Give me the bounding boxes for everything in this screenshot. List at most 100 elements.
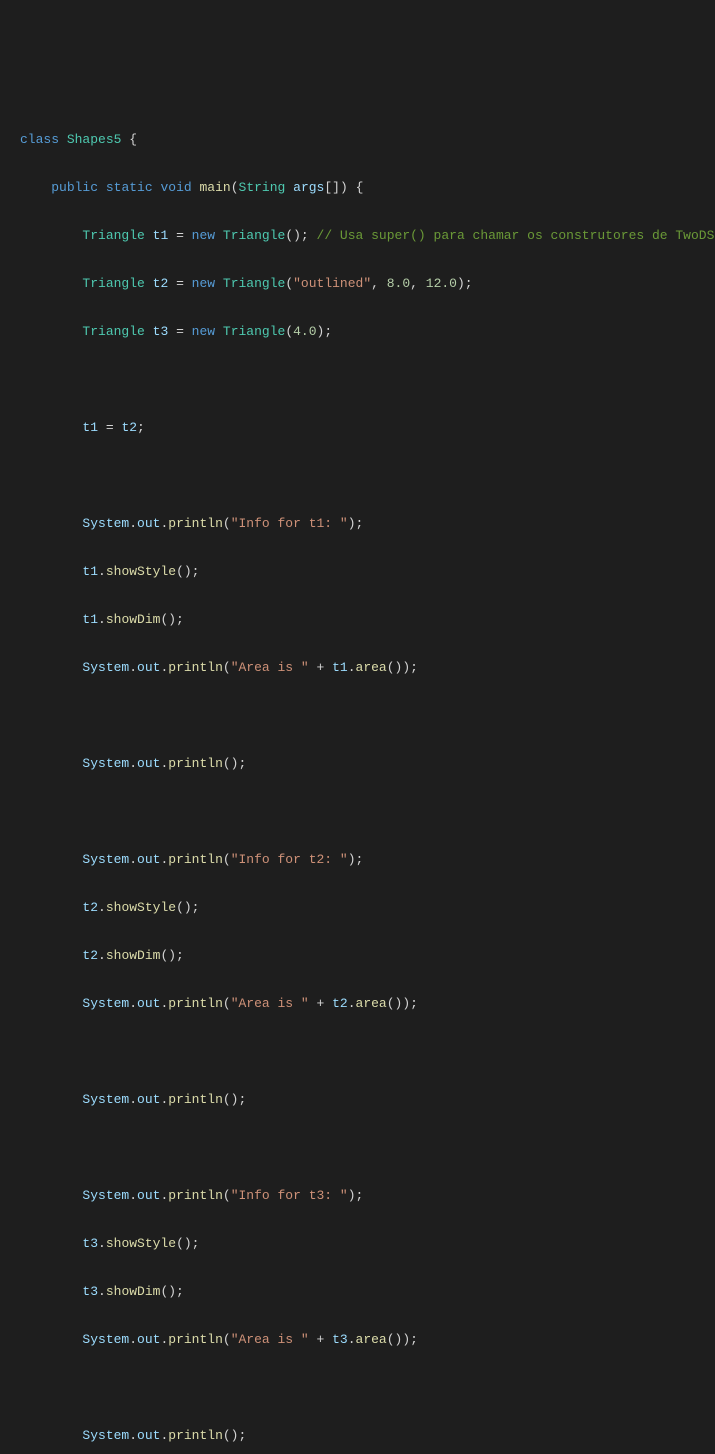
- var-t1: t1: [82, 564, 98, 579]
- comma: ,: [371, 276, 387, 291]
- brackets: []: [324, 180, 340, 195]
- code-line[interactable]: class Shapes5 {: [20, 128, 715, 152]
- paren: ());: [387, 1332, 418, 1347]
- paren: (: [223, 996, 231, 1011]
- system: System: [82, 756, 129, 771]
- ctor-triangle: Triangle: [223, 324, 285, 339]
- method-showdim: showDim: [106, 948, 161, 963]
- paren: );: [457, 276, 473, 291]
- ctor-triangle: Triangle: [223, 228, 285, 243]
- code-line[interactable]: System.out.println();: [20, 752, 715, 776]
- type-triangle: Triangle: [82, 324, 144, 339]
- code-line[interactable]: t2.showStyle();: [20, 896, 715, 920]
- code-line[interactable]: t3.showStyle();: [20, 1232, 715, 1256]
- system: System: [82, 996, 129, 1011]
- method-showstyle: showStyle: [106, 564, 176, 579]
- code-line[interactable]: System.out.println();: [20, 1424, 715, 1448]
- dot: .: [160, 1428, 168, 1443]
- number-literal: 4.0: [293, 324, 316, 339]
- code-line[interactable]: Triangle t3 = new Triangle(4.0);: [20, 320, 715, 344]
- type-triangle: Triangle: [82, 276, 144, 291]
- number-literal: 8.0: [387, 276, 410, 291]
- code-line[interactable]: System.out.println("Info for t2: ");: [20, 848, 715, 872]
- dot: .: [129, 660, 137, 675]
- assign: =: [168, 228, 191, 243]
- code-line[interactable]: System.out.println("Info for t3: ");: [20, 1184, 715, 1208]
- dot: .: [129, 852, 137, 867]
- parens: ();: [223, 756, 246, 771]
- parens: ();: [160, 612, 183, 627]
- code-line[interactable]: Triangle t1 = new Triangle(); // Usa sup…: [20, 224, 715, 248]
- method-println: println: [168, 1092, 223, 1107]
- comment: // Usa super() para chamar os construtor…: [309, 228, 715, 243]
- method-println: println: [168, 756, 223, 771]
- param-args: args: [293, 180, 324, 195]
- code-line[interactable]: [20, 1136, 715, 1160]
- dot: .: [160, 1188, 168, 1203]
- code-line[interactable]: [20, 1376, 715, 1400]
- dot: .: [160, 996, 168, 1011]
- code-line[interactable]: System.out.println("Area is " + t2.area(…: [20, 992, 715, 1016]
- paren: (: [285, 276, 293, 291]
- system: System: [82, 516, 129, 531]
- code-line[interactable]: [20, 1040, 715, 1064]
- paren: ): [340, 180, 348, 195]
- code-line[interactable]: t1 = t2;: [20, 416, 715, 440]
- code-line[interactable]: [20, 464, 715, 488]
- code-line[interactable]: System.out.println();: [20, 1088, 715, 1112]
- string-literal: "Area is ": [231, 996, 309, 1011]
- code-line[interactable]: t3.showDim();: [20, 1280, 715, 1304]
- code-line[interactable]: System.out.println("Area is " + t3.area(…: [20, 1328, 715, 1352]
- ctor-triangle: Triangle: [223, 276, 285, 291]
- assign: =: [168, 324, 191, 339]
- system: System: [82, 1092, 129, 1107]
- code-line[interactable]: System.out.println("Area is " + t1.area(…: [20, 656, 715, 680]
- dot: .: [348, 1332, 356, 1347]
- comma: ,: [410, 276, 426, 291]
- keyword-new: new: [192, 276, 215, 291]
- var-t1: t1: [82, 612, 98, 627]
- plus: +: [309, 996, 332, 1011]
- code-line[interactable]: Triangle t2 = new Triangle("outlined", 8…: [20, 272, 715, 296]
- dot: .: [160, 756, 168, 771]
- code-line[interactable]: [20, 368, 715, 392]
- method-println: println: [168, 516, 223, 531]
- code-line[interactable]: System.out.println("Info for t1: ");: [20, 512, 715, 536]
- code-editor[interactable]: class Shapes5 { public static void main(…: [0, 96, 715, 1454]
- method-showdim: showDim: [106, 612, 161, 627]
- var-t2: t2: [82, 948, 98, 963]
- var-t2: t2: [332, 996, 348, 1011]
- method-println: println: [168, 1332, 223, 1347]
- type-string: String: [239, 180, 286, 195]
- string-literal: "Area is ": [231, 1332, 309, 1347]
- system: System: [82, 852, 129, 867]
- parens: ();: [176, 1236, 199, 1251]
- code-line[interactable]: t1.showDim();: [20, 608, 715, 632]
- number-literal: 12.0: [426, 276, 457, 291]
- code-line[interactable]: public static void main(String args[]) {: [20, 176, 715, 200]
- out: out: [137, 996, 160, 1011]
- paren: );: [317, 324, 333, 339]
- dot: .: [98, 900, 106, 915]
- paren: ());: [387, 660, 418, 675]
- code-line[interactable]: t1.showStyle();: [20, 560, 715, 584]
- parens: ();: [176, 900, 199, 915]
- keyword-void: void: [160, 180, 191, 195]
- parens: ();: [176, 564, 199, 579]
- parens: ();: [223, 1428, 246, 1443]
- var-t3: t3: [153, 324, 169, 339]
- out: out: [137, 1428, 160, 1443]
- var-t2: t2: [153, 276, 169, 291]
- method-println: println: [168, 852, 223, 867]
- code-line[interactable]: [20, 800, 715, 824]
- out: out: [137, 852, 160, 867]
- out: out: [137, 1188, 160, 1203]
- plus: +: [309, 1332, 332, 1347]
- code-line[interactable]: t2.showDim();: [20, 944, 715, 968]
- code-line[interactable]: [20, 704, 715, 728]
- method-area: area: [356, 1332, 387, 1347]
- var-t2: t2: [121, 420, 137, 435]
- dot: .: [98, 612, 106, 627]
- paren: );: [348, 852, 364, 867]
- string-literal: "outlined": [293, 276, 371, 291]
